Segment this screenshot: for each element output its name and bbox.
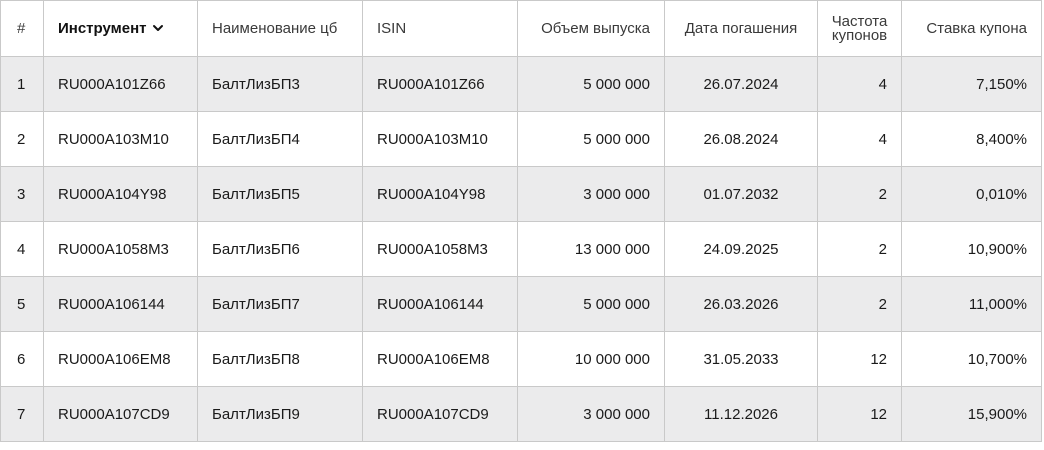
- cell-name: БалтЛизБП5: [197, 166, 363, 222]
- column-header-frequency-line2: купонов: [831, 26, 888, 44]
- cell-frequency: 4: [817, 111, 902, 167]
- cell-volume: 5 000 000: [517, 111, 665, 167]
- cell-frequency: 2: [817, 221, 902, 277]
- cell-name: БалтЛизБП4: [197, 111, 363, 167]
- cell-isin: RU000A1058M3: [362, 221, 518, 277]
- header-row: # Инструмент Наименование цб ISIN Объем …: [0, 0, 1042, 57]
- cell-frequency: 2: [817, 166, 902, 222]
- column-header-rate[interactable]: Ставка купона: [901, 0, 1042, 57]
- cell-instrument[interactable]: RU000A101Z66: [43, 56, 198, 112]
- cell-volume: 3 000 000: [517, 386, 665, 442]
- cell-isin: RU000A106144: [362, 276, 518, 332]
- cell-maturity: 01.07.2032: [664, 166, 818, 222]
- column-header-instrument[interactable]: Инструмент: [43, 0, 198, 57]
- cell-frequency: 2: [817, 276, 902, 332]
- cell-name: БалтЛизБП8: [197, 331, 363, 387]
- table-row[interactable]: 2 RU000A103M10 БалтЛизБП4 RU000A103M10 5…: [0, 111, 1042, 167]
- column-header-maturity[interactable]: Дата погашения: [664, 0, 818, 57]
- column-header-instrument-label: Инструмент: [58, 20, 147, 37]
- cell-index: 6: [0, 331, 44, 387]
- cell-maturity: 31.05.2033: [664, 331, 818, 387]
- table-header: # Инструмент Наименование цб ISIN Объем …: [0, 0, 1042, 57]
- cell-instrument[interactable]: RU000A107CD9: [43, 386, 198, 442]
- column-header-volume[interactable]: Объем выпуска: [517, 0, 665, 57]
- column-header-frequency[interactable]: Частота купонов: [817, 0, 902, 57]
- column-header-isin-label: ISIN: [377, 20, 407, 37]
- cell-index: 1: [0, 56, 44, 112]
- cell-index: 4: [0, 221, 44, 277]
- cell-name: БалтЛизБП6: [197, 221, 363, 277]
- table-row[interactable]: 1 RU000A101Z66 БалтЛизБП3 RU000A101Z66 5…: [0, 56, 1042, 112]
- cell-isin: RU000A107CD9: [362, 386, 518, 442]
- cell-volume: 3 000 000: [517, 166, 665, 222]
- cell-instrument[interactable]: RU000A106EM8: [43, 331, 198, 387]
- table-body: 1 RU000A101Z66 БалтЛизБП3 RU000A101Z66 5…: [0, 56, 1042, 442]
- chevron-down-icon[interactable]: [152, 22, 164, 34]
- column-header-name[interactable]: Наименование цб: [197, 0, 363, 57]
- cell-rate: 10,900%: [901, 221, 1042, 277]
- table-row[interactable]: 3 RU000A104Y98 БалтЛизБП5 RU000A104Y98 3…: [0, 166, 1042, 222]
- table-row[interactable]: 7 RU000A107CD9 БалтЛизБП9 RU000A107CD9 3…: [0, 386, 1042, 442]
- cell-frequency: 4: [817, 56, 902, 112]
- bonds-table: # Инструмент Наименование цб ISIN Объем …: [0, 0, 1042, 442]
- cell-name: БалтЛизБП3: [197, 56, 363, 112]
- cell-instrument[interactable]: RU000A104Y98: [43, 166, 198, 222]
- cell-maturity: 11.12.2026: [664, 386, 818, 442]
- cell-index: 5: [0, 276, 44, 332]
- cell-rate: 11,000%: [901, 276, 1042, 332]
- cell-instrument[interactable]: RU000A106144: [43, 276, 198, 332]
- cell-rate: 15,900%: [901, 386, 1042, 442]
- cell-volume: 10 000 000: [517, 331, 665, 387]
- column-header-isin[interactable]: ISIN: [362, 0, 518, 57]
- cell-isin: RU000A101Z66: [362, 56, 518, 112]
- cell-maturity: 24.09.2025: [664, 221, 818, 277]
- cell-isin: RU000A103M10: [362, 111, 518, 167]
- cell-isin: RU000A106EM8: [362, 331, 518, 387]
- cell-name: БалтЛизБП7: [197, 276, 363, 332]
- table-row[interactable]: 6 RU000A106EM8 БалтЛизБП8 RU000A106EM8 1…: [0, 331, 1042, 387]
- table-row[interactable]: 4 RU000A1058M3 БалтЛизБП6 RU000A1058M3 1…: [0, 221, 1042, 277]
- cell-rate: 0,010%: [901, 166, 1042, 222]
- cell-index: 2: [0, 111, 44, 167]
- cell-index: 7: [0, 386, 44, 442]
- cell-instrument[interactable]: RU000A103M10: [43, 111, 198, 167]
- cell-rate: 10,700%: [901, 331, 1042, 387]
- cell-instrument[interactable]: RU000A1058M3: [43, 221, 198, 277]
- cell-maturity: 26.03.2026: [664, 276, 818, 332]
- column-header-name-label: Наименование цб: [212, 20, 338, 37]
- cell-rate: 7,150%: [901, 56, 1042, 112]
- cell-index: 3: [0, 166, 44, 222]
- cell-frequency: 12: [817, 331, 902, 387]
- cell-volume: 13 000 000: [517, 221, 665, 277]
- cell-volume: 5 000 000: [517, 56, 665, 112]
- column-header-volume-label: Объем выпуска: [541, 20, 650, 37]
- cell-frequency: 12: [817, 386, 902, 442]
- cell-name: БалтЛизБП9: [197, 386, 363, 442]
- cell-isin: RU000A104Y98: [362, 166, 518, 222]
- cell-maturity: 26.07.2024: [664, 56, 818, 112]
- cell-rate: 8,400%: [901, 111, 1042, 167]
- column-header-index-label: #: [17, 20, 26, 37]
- column-header-maturity-label: Дата погашения: [684, 20, 798, 37]
- column-header-index[interactable]: #: [0, 0, 44, 57]
- cell-maturity: 26.08.2024: [664, 111, 818, 167]
- table-row[interactable]: 5 RU000A106144 БалтЛизБП7 RU000A106144 5…: [0, 276, 1042, 332]
- cell-volume: 5 000 000: [517, 276, 665, 332]
- column-header-rate-label: Ставка купона: [926, 20, 1027, 37]
